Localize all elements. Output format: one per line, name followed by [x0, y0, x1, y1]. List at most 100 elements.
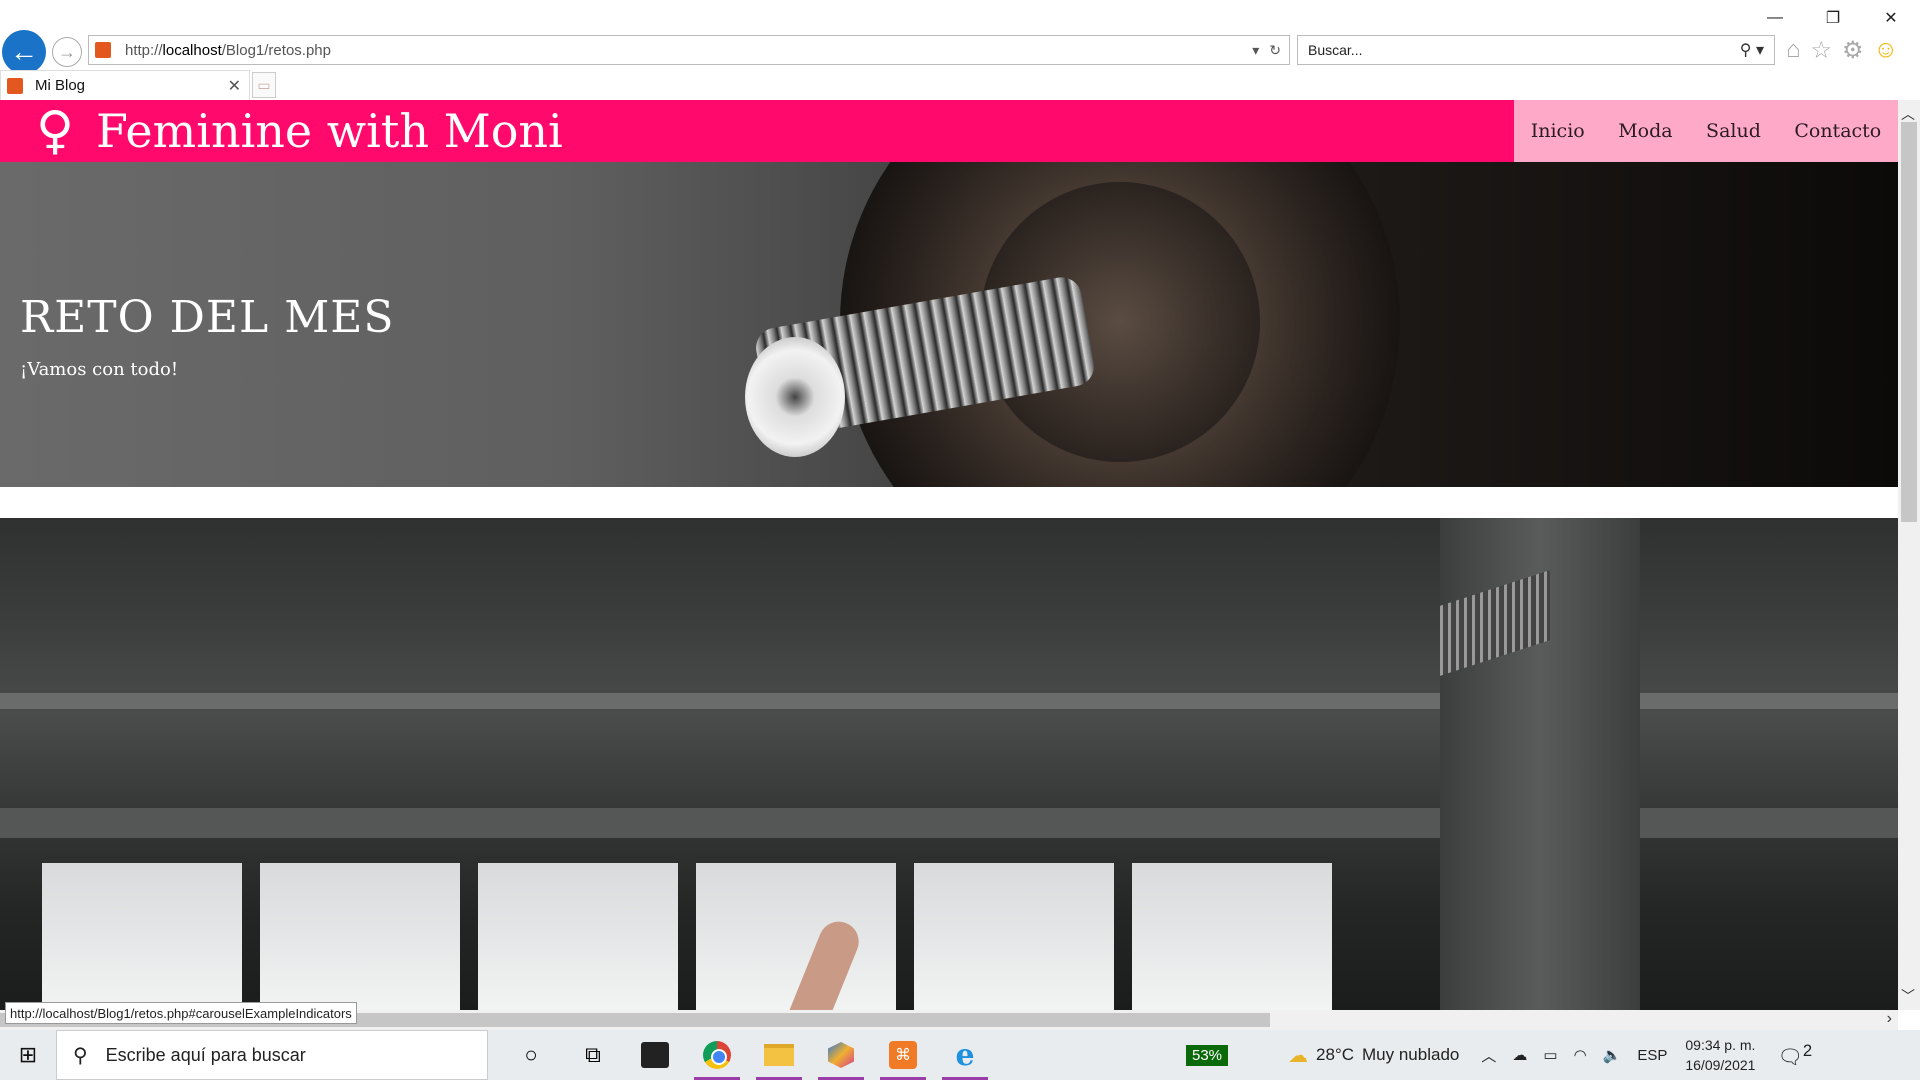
status-url-tooltip: http://localhost/Blog1/retos.php#carouse…	[5, 1002, 357, 1024]
weather-temp: 28°C	[1316, 1045, 1355, 1064]
taskbar-apps: ○ ⧉ ⌘ e	[500, 1030, 996, 1080]
window-pane	[696, 863, 896, 1010]
browser-tool-icons: ⌂ ☆ ⚙ ☺	[1786, 36, 1898, 65]
battery-percentage: 53%	[1186, 1044, 1229, 1066]
minimize-button[interactable]: —	[1746, 0, 1804, 36]
tab-close-icon[interactable]: ✕	[228, 76, 241, 96]
refresh-icon[interactable]: ↻	[1269, 42, 1281, 59]
nav-link-contacto[interactable]: Contacto	[1794, 120, 1881, 142]
female-symbol-icon: ♀	[36, 101, 75, 161]
home-icon[interactable]: ⌂	[1786, 36, 1801, 65]
forward-arrow-icon: →	[58, 41, 76, 62]
browser-search-box[interactable]: Buscar... ⚲ ▾	[1297, 35, 1775, 65]
notification-icon: 🗨	[1777, 1046, 1803, 1069]
onedrive-icon[interactable]: ☁	[1512, 1046, 1527, 1064]
scroll-down-icon[interactable]: ﹀	[1901, 986, 1915, 1006]
favorites-star-icon[interactable]: ☆	[1811, 36, 1833, 65]
taskbar-search-placeholder: Escribe aquí para buscar	[105, 1044, 306, 1065]
notification-center-button[interactable]: 🗨2	[1777, 1041, 1812, 1070]
chrome-icon	[703, 1041, 731, 1069]
system-tray: ︿ ☁ ▭ ◠ 🔈 ESP	[1481, 1045, 1667, 1066]
site-brand[interactable]: ♀ Feminine with Moni	[36, 100, 563, 162]
site-favicon-icon	[95, 42, 111, 58]
hero-subtitle: ¡Vamos con todo!	[20, 359, 179, 380]
wifi-icon[interactable]: ◠	[1574, 1046, 1587, 1064]
cloud-icon: ☁	[1288, 1044, 1309, 1067]
start-button[interactable]: ⊞	[0, 1030, 56, 1080]
search-icon: ⚲	[73, 1044, 88, 1067]
url-host: localhost	[162, 41, 222, 59]
page-viewport: ♀ Feminine with Moni Inicio Moda Salud C…	[0, 100, 1898, 1010]
editor-app[interactable]	[810, 1030, 872, 1080]
scroll-right-icon[interactable]: ›	[1887, 1010, 1892, 1028]
clock-date: 16/09/2021	[1685, 1057, 1756, 1073]
weather-widget[interactable]: ☁ 28°C Muy nublado	[1288, 1043, 1459, 1068]
feedback-smiley-icon[interactable]: ☺	[1874, 36, 1899, 65]
windows-logo-icon: ⊞	[18, 1042, 38, 1067]
nav-link-salud[interactable]: Salud	[1706, 120, 1761, 142]
language-indicator[interactable]: ESP	[1637, 1047, 1667, 1064]
site-header: ♀ Feminine with Moni Inicio Moda Salud C…	[0, 100, 1898, 162]
window-pane	[42, 863, 242, 1010]
new-tab-button[interactable]: ▭	[252, 72, 276, 98]
restore-button[interactable]: ❐	[1804, 0, 1862, 36]
settings-gear-icon[interactable]: ⚙	[1842, 36, 1864, 65]
windows-taskbar: ⊞ ⚲ Escribe aquí para buscar ○ ⧉ ⌘ e 53%…	[0, 1030, 1920, 1080]
gym-windows	[0, 863, 1420, 1010]
task-view-button[interactable]: ⧉	[562, 1030, 624, 1080]
tab-favicon-icon	[7, 77, 23, 94]
forward-button[interactable]: →	[52, 37, 82, 67]
site-title: Feminine with Moni	[96, 104, 563, 158]
store-app[interactable]	[624, 1030, 686, 1080]
taskbar-search[interactable]: ⚲ Escribe aquí para buscar	[56, 1030, 488, 1080]
window-pane	[478, 863, 678, 1010]
nav-link-inicio[interactable]: Inicio	[1531, 120, 1585, 142]
nav-link-moda[interactable]: Moda	[1618, 120, 1672, 142]
chrome-app[interactable]	[686, 1030, 748, 1080]
hero-title: RETO DEL MES	[20, 292, 395, 343]
window-pane	[260, 863, 460, 1010]
carousel-gym-image[interactable]	[0, 518, 1898, 1010]
main-nav: Inicio Moda Salud Contacto	[1514, 100, 1898, 162]
xampp-icon: ⌘	[889, 1041, 917, 1069]
back-arrow-icon: ←	[10, 36, 38, 67]
hero-banner: RETO DEL MES ¡Vamos con todo!	[0, 162, 1898, 487]
tab-bar: Mi Blog ✕ ▭	[0, 70, 1920, 100]
vertical-scroll-thumb[interactable]	[1901, 122, 1917, 522]
back-button[interactable]: ←	[2, 30, 46, 74]
vertical-scrollbar[interactable]: ︿ ﹀	[1898, 100, 1920, 1010]
tab-title: Mi Blog	[35, 77, 86, 94]
folder-icon	[764, 1044, 794, 1066]
scroll-up-icon[interactable]: ︿	[1901, 104, 1915, 124]
volume-icon[interactable]: 🔈	[1603, 1046, 1622, 1064]
cortana-button[interactable]: ○	[500, 1030, 562, 1080]
close-button[interactable]: ✕	[1862, 0, 1920, 36]
battery-icon[interactable]: ▭	[1543, 1046, 1557, 1064]
url-prefix: http://	[125, 41, 163, 59]
search-placeholder: Buscar...	[1308, 42, 1363, 58]
barbell-end-image	[745, 337, 845, 457]
cortana-circle-icon: ○	[524, 1042, 538, 1067]
clock-time: 09:34 p. m.	[1685, 1037, 1756, 1053]
hexagon-app-icon	[828, 1042, 854, 1068]
tray-chevron-up-icon[interactable]: ︿	[1481, 1045, 1496, 1066]
window-controls: — ❐ ✕	[1746, 0, 1920, 36]
internet-explorer-icon: e	[955, 1037, 975, 1073]
tab-mi-blog[interactable]: Mi Blog ✕	[0, 70, 250, 100]
hero-caption: RETO DEL MES ¡Vamos con todo!	[20, 292, 395, 380]
browser-window: — ❐ ✕ ← → http:// localhost /Blog1/retos…	[0, 0, 1920, 1030]
url-path: /Blog1/retos.php	[221, 41, 331, 59]
internet-explorer-app[interactable]: e	[934, 1030, 996, 1080]
store-icon	[641, 1042, 669, 1068]
task-view-icon: ⧉	[585, 1042, 601, 1067]
search-icon[interactable]: ⚲ ▾	[1740, 40, 1774, 60]
address-dropdown-icon[interactable]: ▾	[1252, 42, 1259, 59]
window-pane	[914, 863, 1114, 1010]
system-clock[interactable]: 09:34 p. m. 16/09/2021	[1685, 1035, 1755, 1075]
address-bar[interactable]: http:// localhost /Blog1/retos.php ▾ ↻	[88, 35, 1290, 65]
xampp-app[interactable]: ⌘	[872, 1030, 934, 1080]
notification-count: 2	[1802, 1040, 1813, 1060]
file-explorer-app[interactable]	[748, 1030, 810, 1080]
weather-desc: Muy nublado	[1362, 1045, 1460, 1064]
window-pane	[1132, 863, 1332, 1010]
